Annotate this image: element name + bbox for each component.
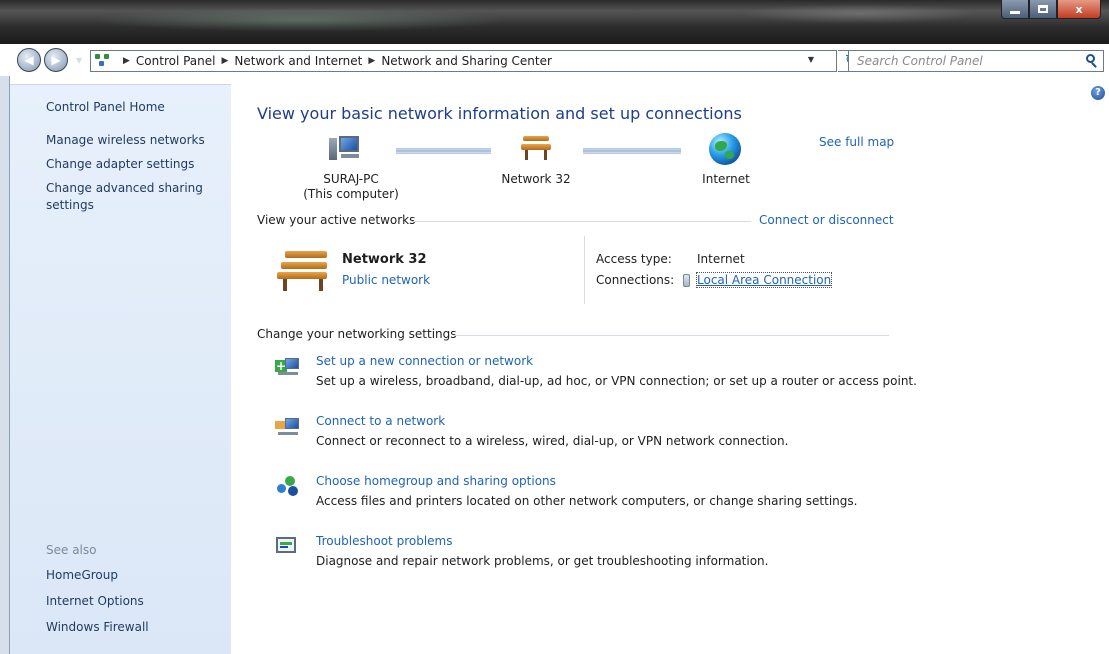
homegroup-icon [275, 474, 299, 498]
minimize-button[interactable] [1001, 0, 1029, 19]
homegroup-sharing-link[interactable]: Choose homegroup and sharing options [316, 474, 556, 488]
access-type-value: Internet [697, 252, 745, 266]
active-networks-label: View your active networks [257, 213, 416, 227]
see-also-windows-firewall[interactable]: Windows Firewall [46, 619, 149, 636]
address-dropdown-icon[interactable]: ▼ [808, 55, 814, 64]
window-controls: x [1001, 0, 1101, 20]
sidebar-item-change-adapter[interactable]: Change adapter settings [46, 156, 231, 173]
arrow-right-icon: ▶ [51, 53, 61, 67]
internet-globe-icon[interactable] [709, 133, 741, 165]
task-homegroup-sharing: Choose homegroup and sharing options Acc… [316, 474, 857, 508]
new-connection-icon: + [275, 354, 299, 378]
help-icon[interactable]: ? [1091, 86, 1105, 100]
vertical-divider [584, 236, 585, 304]
section-divider [454, 335, 889, 336]
connect-network-icon [275, 414, 299, 438]
computer-icon[interactable] [329, 134, 363, 162]
arrow-left-icon: ◀ [24, 53, 34, 67]
see-also-internet-options[interactable]: Internet Options [46, 593, 149, 610]
breadcrumb-separator-icon[interactable]: ▶ [123, 56, 130, 66]
maximize-icon [1038, 5, 1048, 13]
see-full-map-link[interactable]: See full map [819, 135, 894, 149]
network-bench-icon[interactable] [519, 134, 553, 162]
close-button[interactable]: x [1057, 0, 1101, 19]
breadcrumb-separator-icon[interactable]: ▶ [368, 56, 375, 66]
homegroup-sharing-desc: Access files and printers located on oth… [316, 494, 858, 508]
see-also-section: See also HomeGroup Internet Options Wind… [46, 543, 149, 645]
sidebar-control-panel-home[interactable]: Control Panel Home [46, 99, 231, 116]
access-type-label: Access type: [596, 252, 672, 266]
connect-to-network-desc: Connect or reconnect to a wireless, wire… [316, 434, 789, 448]
computer-node-label: SURAJ-PC (This computer) [301, 172, 401, 202]
task-setup-new-connection: Set up a new connection or network Set u… [316, 354, 917, 388]
connections-label: Connections: [596, 273, 675, 287]
task-troubleshoot: Troubleshoot problems Diagnose and repai… [316, 534, 768, 568]
window-frame-left [0, 76, 10, 654]
sidebar: Control Panel Home Manage wireless netwo… [10, 84, 231, 654]
title-bar-glass-reflection [740, 4, 980, 24]
troubleshoot-link[interactable]: Troubleshoot problems [316, 534, 452, 548]
ethernet-plug-icon [683, 274, 690, 287]
network-node-label: Network 32 [501, 172, 571, 186]
see-also-header: See also [46, 543, 97, 557]
breadcrumb-separator-icon[interactable]: ▶ [222, 56, 229, 66]
search-input[interactable]: Search Control Panel [848, 50, 1104, 72]
breadcrumb-network-and-internet[interactable]: Network and Internet [234, 54, 362, 68]
sidebar-item-manage-wireless[interactable]: Manage wireless networks [46, 132, 231, 149]
local-area-connection-link[interactable]: Local Area Connection [695, 272, 833, 288]
navigation-bar: ◀ ▶ ▼ ▶ Control Panel ▶ Network and Inte… [0, 46, 1109, 76]
troubleshoot-desc: Diagnose and repair network problems, or… [316, 554, 769, 568]
title-bar-glass-reflection [90, 8, 510, 32]
recent-pages-dropdown[interactable]: ▼ [76, 56, 82, 65]
computer-sub: (This computer) [303, 187, 399, 201]
main-content: ? View your basic network information an… [231, 84, 1109, 654]
setup-new-connection-link[interactable]: Set up a new connection or network [316, 354, 533, 368]
active-network-bench-icon [277, 249, 331, 293]
internet-node-label: Internet [702, 172, 750, 186]
network-category-link[interactable]: Public network [342, 273, 430, 287]
forward-button[interactable]: ▶ [44, 48, 68, 72]
computer-name: SURAJ-PC [323, 172, 379, 186]
connect-or-disconnect-link[interactable]: Connect or disconnect [759, 213, 894, 227]
breadcrumb-network-and-sharing-center[interactable]: Network and Sharing Center [381, 54, 552, 68]
minimize-icon [1010, 10, 1020, 14]
map-link-computer-network [396, 148, 491, 154]
task-connect-to-network: Connect to a network Connect or reconnec… [316, 414, 788, 448]
close-icon: x [1075, 2, 1083, 16]
address-bar[interactable]: ▶ Control Panel ▶ Network and Internet ▶… [90, 50, 837, 72]
network-center-icon [95, 54, 111, 68]
maximize-button[interactable] [1029, 0, 1057, 19]
window-title-bar[interactable]: x [0, 0, 1109, 44]
map-link-network-internet [583, 148, 681, 154]
see-also-homegroup[interactable]: HomeGroup [46, 567, 149, 584]
troubleshoot-icon [275, 534, 299, 558]
connect-to-network-link[interactable]: Connect to a network [316, 414, 445, 428]
sidebar-item-advanced-sharing[interactable]: Change advanced sharing settings [46, 180, 206, 214]
section-divider [411, 221, 751, 222]
back-button[interactable]: ◀ [17, 48, 41, 72]
search-icon[interactable] [1085, 54, 1099, 68]
setup-new-connection-desc: Set up a wireless, broadband, dial-up, a… [316, 374, 917, 388]
active-network-name: Network 32 [342, 252, 427, 267]
breadcrumb-control-panel[interactable]: Control Panel [136, 54, 216, 68]
change-settings-label: Change your networking settings [257, 327, 457, 341]
page-title: View your basic network information and … [257, 104, 742, 123]
search-placeholder: Search Control Panel [857, 54, 983, 68]
